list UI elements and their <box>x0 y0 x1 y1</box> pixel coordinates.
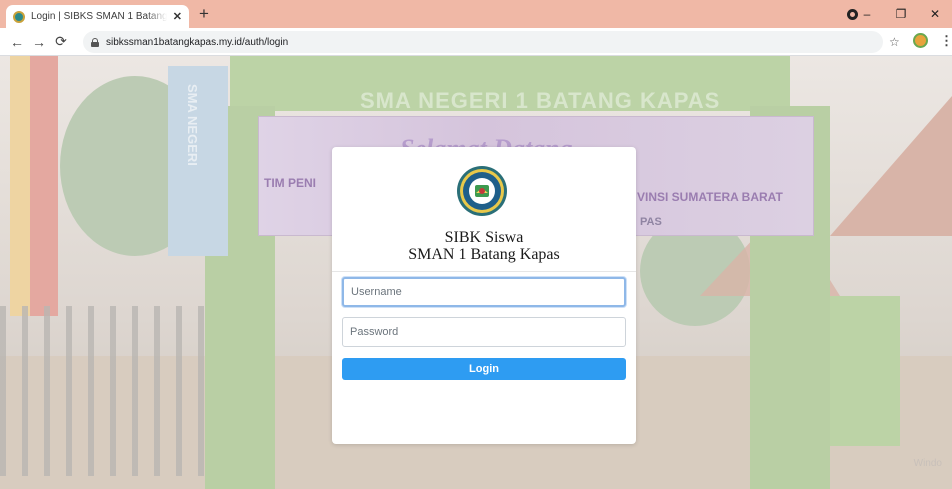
banner-right-text: VINSI SUMATERA BARAT <box>637 190 783 204</box>
browser-toolbar: ← → ⟳ sibkssman1batangkapas.my.id/auth/l… <box>0 28 952 56</box>
address-bar[interactable]: sibkssman1batangkapas.my.id/auth/login <box>83 31 883 53</box>
minimize-button[interactable]: – <box>850 7 884 21</box>
window-controls: – ❐ ✕ <box>850 0 952 28</box>
lock-icon <box>91 37 99 47</box>
banner-right-text-2: PAS <box>640 216 662 228</box>
url-text: sibkssman1batangkapas.my.id/auth/login <box>106 36 289 48</box>
close-window-button[interactable]: ✕ <box>918 7 952 21</box>
school-logo-icon <box>457 166 507 216</box>
browser-tab-bar: Login | SIBKS SMAN 1 Batang Kapas ✕ + – … <box>0 0 952 28</box>
new-tab-button[interactable]: + <box>199 5 209 23</box>
background-pillar <box>830 296 900 446</box>
tab-title: Login | SIBKS SMAN 1 Batang Kapas <box>31 11 167 22</box>
profile-avatar-icon[interactable] <box>913 33 928 48</box>
maximize-button[interactable]: ❐ <box>884 7 918 21</box>
gate-school-name: SMA NEGERI 1 BATANG KAPAS <box>360 88 721 113</box>
background-flag <box>10 56 30 316</box>
username-input[interactable] <box>342 277 626 307</box>
password-input[interactable] <box>342 317 626 347</box>
reload-icon[interactable]: ⟳ <box>50 33 72 50</box>
windows-watermark: Windo <box>913 458 942 469</box>
login-card: SIBK Siswa SMAN 1 Batang Kapas Login <box>332 147 636 444</box>
login-button[interactable]: Login <box>342 358 626 380</box>
login-page: SMA NEGERI 1 BATANG KAPAS SMA NEGERI TIM… <box>0 56 952 489</box>
vertical-sign-text: SMA NEGERI <box>185 84 200 166</box>
background-flag <box>30 56 58 316</box>
background-fence <box>0 306 210 476</box>
browser-tab[interactable]: Login | SIBKS SMAN 1 Batang Kapas ✕ <box>6 5 189 28</box>
tab-close-icon[interactable]: ✕ <box>173 10 182 23</box>
school-name: SMAN 1 Batang Kapas <box>408 246 560 263</box>
forward-arrow-icon[interactable]: → <box>28 34 50 50</box>
back-arrow-icon[interactable]: ← <box>6 34 28 50</box>
app-title: SIBK Siswa <box>444 229 524 246</box>
kebab-menu-icon[interactable]: ⋮ <box>940 33 952 49</box>
divider <box>332 271 636 272</box>
bookmark-star-icon[interactable]: ☆ <box>889 35 900 49</box>
school-logo-favicon-icon <box>13 10 25 23</box>
banner-left-text: TIM PENI <box>264 176 317 190</box>
